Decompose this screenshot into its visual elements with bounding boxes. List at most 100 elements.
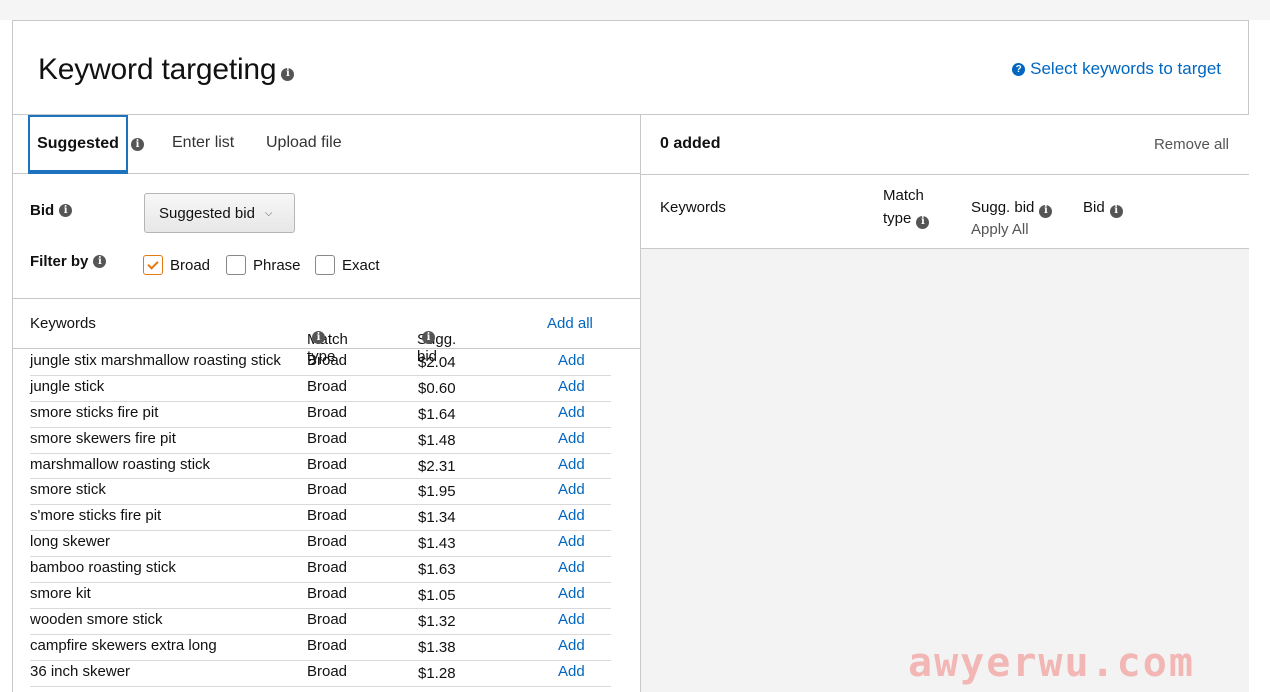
- table-row: campfire skewers extra long Broad $1.38 Add: [30, 635, 611, 661]
- add-keyword-button[interactable]: Add: [558, 404, 585, 421]
- table-row: smore skewers fire pit Broad $1.48 Add: [30, 428, 611, 454]
- add-keyword-button[interactable]: Add: [558, 456, 585, 473]
- keyword-targeting-panel: Keyword targeting i ? Select keywords to…: [12, 20, 1249, 692]
- added-header-match: Match: [883, 187, 924, 204]
- filter-label-group: Filter by i: [30, 253, 107, 270]
- table-row: marshmallow roasting stick Broad $2.31 Add: [30, 454, 611, 480]
- match-type-cell: Broad: [307, 403, 348, 421]
- added-count: 0 added: [660, 135, 721, 152]
- phrase-label: Phrase: [253, 256, 301, 274]
- table-row: bamboo roasting stick Broad $1.63 Add: [30, 557, 611, 584]
- match-type-cell: Broad: [307, 559, 348, 577]
- added-header-sugg-bid-group: Sugg. bid i: [971, 199, 1053, 218]
- header-keywords: Keywords: [30, 315, 96, 332]
- add-keyword-button[interactable]: Add: [558, 352, 585, 369]
- tab-enter-list[interactable]: Enter list: [172, 134, 234, 152]
- help-icon: ?: [1012, 62, 1026, 76]
- add-keyword-button[interactable]: Add: [558, 378, 585, 395]
- match-type-info-icon[interactable]: i: [312, 331, 325, 344]
- chevron-down-icon: ⌵: [264, 207, 273, 219]
- added-column: 0 added Remove all Keywords Match type i …: [641, 115, 1249, 692]
- keyword-cell: jungle stix marshmallow roasting stick: [30, 352, 281, 369]
- table-row: long skewer Broad $1.43 Add: [30, 531, 611, 558]
- sugg-bid-cell: $1.95: [418, 483, 456, 501]
- table-row: jungle stick Broad $0.60 Add: [30, 376, 611, 402]
- filter-label: Filter by: [30, 253, 89, 270]
- match-type-cell: Broad: [307, 636, 348, 654]
- suggested-column: Suggested i Enter list Upload file Bid i…: [13, 115, 641, 692]
- phrase-checkbox[interactable]: [226, 255, 246, 275]
- add-keyword-button[interactable]: Add: [558, 663, 585, 680]
- sugg-bid-cell: $1.48: [418, 431, 456, 449]
- sugg-bid-cell: $2.31: [418, 457, 456, 475]
- keyword-cell: jungle stick: [30, 377, 105, 395]
- sugg-bid-cell: $1.43: [418, 535, 456, 553]
- match-type-cell: Broad: [307, 533, 348, 551]
- info-icon[interactable]: i: [281, 67, 295, 81]
- broad-checkbox[interactable]: [143, 255, 163, 275]
- sugg-bid-cell: $2.04: [418, 354, 456, 371]
- sugg-bid-cell: $1.64: [418, 405, 456, 423]
- sugg-bid-cell: $1.32: [418, 612, 456, 630]
- match-type-cell: Broad: [307, 352, 348, 369]
- match-type-cell: Broad: [307, 610, 348, 628]
- add-keyword-button[interactable]: Add: [558, 481, 585, 498]
- page-title: Keyword targeting: [38, 53, 277, 86]
- add-keyword-button[interactable]: Add: [558, 611, 585, 628]
- filter-exact[interactable]: Exact: [315, 255, 380, 275]
- checkmark-icon: [147, 257, 159, 270]
- bid-dropdown[interactable]: Suggested bid ⌵: [144, 193, 295, 233]
- apply-all-link[interactable]: Apply All: [971, 221, 1029, 238]
- table-row: smore stick Broad $1.95 Add: [30, 479, 611, 506]
- add-all-link[interactable]: Add all: [547, 315, 593, 332]
- top-strip: [0, 0, 1270, 20]
- match-type-cell: Broad: [307, 377, 348, 395]
- keyword-cell: smore kit: [30, 585, 91, 603]
- bid-label: Bid: [30, 202, 55, 219]
- add-keyword-button[interactable]: Add: [558, 585, 585, 602]
- sugg-bid-cell: $1.28: [418, 664, 456, 682]
- add-keyword-button[interactable]: Add: [558, 507, 585, 524]
- keyword-cell: smore skewers fire pit: [30, 429, 176, 447]
- add-keyword-button[interactable]: Add: [558, 637, 585, 654]
- filter-phrase[interactable]: Phrase: [226, 255, 301, 275]
- bid-label-group: Bid i: [30, 202, 73, 219]
- tab-upload-file[interactable]: Upload file: [266, 134, 342, 152]
- added-header-type: type: [883, 210, 912, 227]
- match-type-cell: Broad: [307, 455, 348, 473]
- keyword-cell: wooden smore stick: [30, 610, 163, 628]
- bid-info-icon[interactable]: i: [59, 204, 73, 217]
- added-sugg-bid-info-icon[interactable]: i: [1039, 204, 1053, 218]
- remove-all-link[interactable]: Remove all: [1154, 136, 1229, 153]
- exact-checkbox[interactable]: [315, 255, 335, 275]
- table-row: smore kit Broad $1.05 Add: [30, 583, 611, 609]
- add-keyword-button[interactable]: Add: [558, 533, 585, 550]
- keyword-cell: long skewer: [30, 533, 111, 551]
- keyword-cell: marshmallow roasting stick: [30, 455, 211, 473]
- suggested-info-icon[interactable]: i: [131, 138, 144, 151]
- added-table-header: Keywords Match type i Sugg. bid i Apply Al…: [641, 175, 1249, 249]
- match-type-cell: Broad: [307, 507, 348, 525]
- sugg-bid-cell: $1.05: [418, 587, 456, 605]
- added-header-sugg-bid: Sugg. bid: [971, 199, 1035, 216]
- sugg-bid-cell: $1.63: [418, 561, 456, 579]
- filter-broad[interactable]: Broad: [143, 255, 210, 275]
- add-keyword-button[interactable]: Add: [558, 430, 585, 447]
- match-type-cell: Broad: [307, 662, 348, 680]
- exact-label: Exact: [342, 256, 380, 274]
- sugg-bid-cell: $1.38: [418, 638, 456, 656]
- select-keywords-link[interactable]: ? Select keywords to target: [1012, 59, 1221, 79]
- filter-info-icon[interactable]: i: [93, 255, 107, 268]
- added-bid-info-icon[interactable]: i: [1109, 204, 1123, 218]
- keyword-cell: smore sticks fire pit: [30, 403, 159, 421]
- added-match-info-icon[interactable]: i: [916, 215, 930, 229]
- sugg-bid-info-icon[interactable]: i: [422, 331, 435, 344]
- match-type-cell: Broad: [307, 481, 348, 499]
- added-header-type-group: type i: [883, 210, 930, 229]
- keywords-list: jungle stix marshmallow roasting stick Br…: [30, 350, 611, 687]
- table-row: s'more sticks fire pit Broad $1.34 Add: [30, 505, 611, 532]
- add-keyword-button[interactable]: Add: [558, 559, 585, 576]
- tab-suggested[interactable]: Suggested: [28, 115, 128, 174]
- added-bar: 0 added Remove all: [641, 115, 1249, 175]
- panel-header: Keyword targeting i ? Select keywords to…: [13, 21, 1248, 115]
